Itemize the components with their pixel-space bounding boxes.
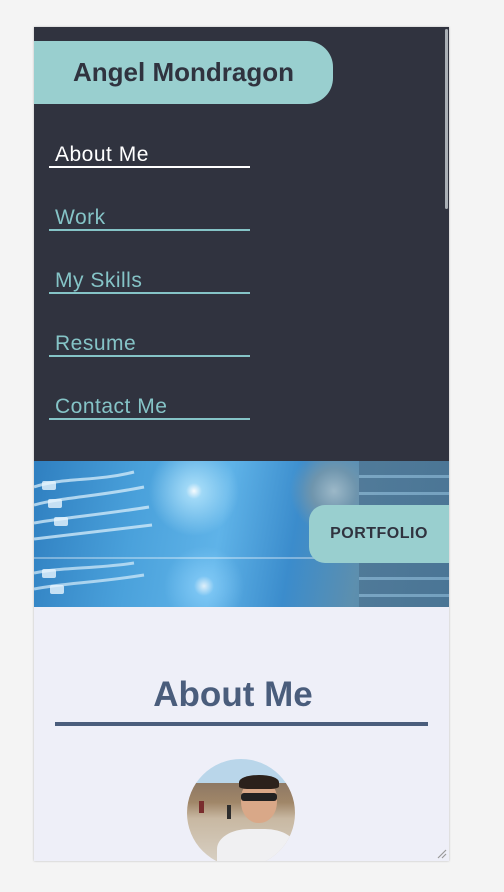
portfolio-tag[interactable]: PORTFOLIO: [309, 505, 449, 563]
nav-link-my-skills[interactable]: My Skills: [49, 266, 250, 294]
resize-grip-icon[interactable]: [435, 847, 447, 859]
about-section: About Me: [34, 607, 449, 861]
photo-shirt: [217, 829, 295, 861]
heading-underline: [55, 722, 428, 726]
scrollbar-thumb[interactable]: [445, 29, 448, 209]
nav-link-work[interactable]: Work: [49, 203, 250, 231]
nav-link-about-me[interactable]: About Me: [49, 140, 250, 168]
site-title: Angel Mondragon: [73, 57, 294, 87]
profile-photo: [187, 759, 295, 861]
network-cables-graphic-lower: [34, 561, 145, 594]
photo-hair: [239, 775, 279, 789]
nav-menu: About Me Work My Skills Resume Contact M…: [49, 140, 250, 455]
navigation-panel: Angel Mondragon About Me Work My Skills …: [34, 27, 449, 461]
nav-link-resume[interactable]: Resume: [49, 329, 250, 357]
portfolio-label: PORTFOLIO: [330, 525, 428, 542]
site-brand[interactable]: Angel Mondragon: [34, 41, 333, 104]
nav-link-contact-me[interactable]: Contact Me: [49, 392, 250, 420]
photo-background-person: [227, 805, 231, 819]
photo-sunglasses: [241, 793, 277, 801]
photo-background-person: [199, 801, 204, 813]
network-cables-graphic: [34, 470, 153, 541]
site-frame: Angel Mondragon About Me Work My Skills …: [34, 27, 449, 861]
about-heading: About Me: [153, 675, 313, 714]
hero-banner-image: PORTFOLIO: [34, 461, 449, 607]
